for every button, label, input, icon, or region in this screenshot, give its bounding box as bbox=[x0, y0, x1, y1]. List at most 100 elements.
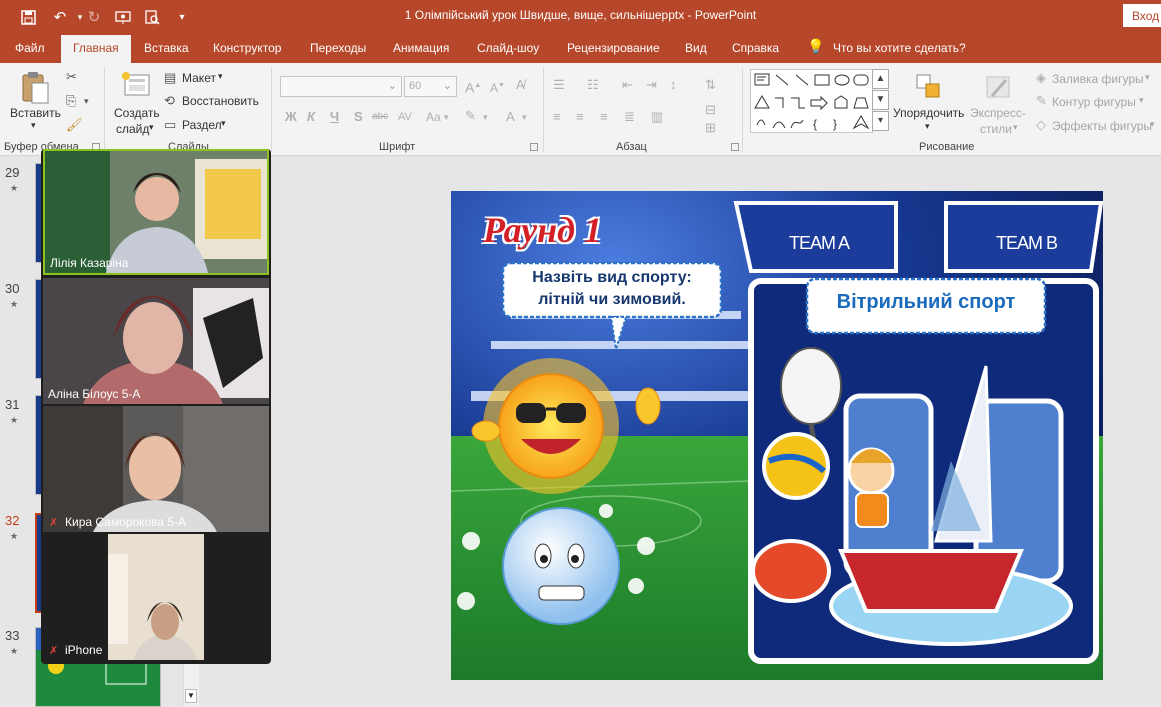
tab-help[interactable]: Справка bbox=[732, 41, 779, 55]
paragraph-group-label: Абзац bbox=[616, 141, 647, 153]
participant-tile[interactable]: Аліна Білоус 5-А bbox=[43, 278, 269, 404]
current-slide[interactable]: Раунд 1 Назвіть вид спорту: літній чи зи… bbox=[451, 191, 1103, 680]
tab-slideshow[interactable]: Слайд-шоу bbox=[477, 41, 539, 55]
copy-dropdown-icon[interactable]: ▾ bbox=[84, 94, 89, 108]
cut-icon[interactable]: ✂ bbox=[66, 70, 77, 84]
shapes-gallery[interactable]: {} bbox=[750, 69, 873, 133]
animation-star-icon: ★ bbox=[10, 531, 19, 541]
shapes-scroll-up-icon[interactable]: ▲ bbox=[872, 69, 889, 89]
case-dropdown-icon[interactable]: ▾ bbox=[444, 110, 449, 124]
highlight-icon[interactable]: ✎ bbox=[465, 109, 476, 123]
new-slide-button[interactable]: Создать bbox=[114, 106, 160, 120]
team-a-label[interactable]: TEAM A bbox=[789, 233, 850, 254]
slide-number: 29 bbox=[5, 165, 20, 180]
animation-star-icon: ★ bbox=[10, 646, 19, 656]
italic-button[interactable]: К bbox=[307, 110, 315, 124]
font-color-button[interactable]: A bbox=[506, 110, 515, 124]
font-launcher-icon[interactable] bbox=[530, 143, 538, 151]
team-b-label[interactable]: TEAM B bbox=[996, 233, 1058, 254]
align-center-icon[interactable]: ≡ bbox=[576, 110, 584, 124]
shapes-scroll-down-icon[interactable]: ▼ bbox=[872, 90, 889, 110]
arrange-dropdown-icon[interactable]: ▾ bbox=[925, 121, 930, 132]
layout-dropdown-icon[interactable]: ▾ bbox=[218, 71, 223, 82]
clear-formatting-icon[interactable]: A̸ bbox=[516, 78, 525, 92]
shapes-more-icon[interactable]: ▾ bbox=[872, 111, 889, 131]
strikethrough-button[interactable]: abc bbox=[372, 110, 388, 124]
login-button[interactable]: Вход bbox=[1123, 4, 1161, 27]
text-direction-icon[interactable]: ⇅ bbox=[705, 78, 716, 92]
numbering-icon[interactable]: ☷ bbox=[587, 78, 599, 92]
paste-dropdown-icon[interactable]: ▾ bbox=[31, 120, 36, 131]
line-spacing-icon[interactable]: ↕ bbox=[670, 78, 677, 92]
participant-tile[interactable]: ✗ iPhone bbox=[43, 534, 269, 660]
increase-indent-icon[interactable]: ⇥ bbox=[646, 78, 657, 92]
align-text-icon[interactable]: ⊟ bbox=[705, 103, 716, 117]
shape-outline-button[interactable]: Контур фигуры bbox=[1052, 95, 1136, 109]
quick-styles-icon[interactable] bbox=[984, 72, 1014, 102]
tab-transitions[interactable]: Переходы bbox=[310, 41, 366, 55]
decrease-indent-icon[interactable]: ⇤ bbox=[622, 78, 633, 92]
tab-home[interactable]: Главная bbox=[61, 35, 131, 63]
svg-text:}: } bbox=[833, 117, 837, 131]
paragraph-launcher-icon[interactable] bbox=[731, 143, 739, 151]
format-painter-icon[interactable]: 🖌 bbox=[66, 118, 83, 132]
arrange-icon[interactable] bbox=[914, 72, 944, 102]
svg-text:{: { bbox=[813, 117, 817, 131]
participant-tile[interactable]: ✗ Кира Саморокова 5-А bbox=[43, 406, 269, 532]
participant-tile[interactable]: Лілія Казаріна bbox=[43, 149, 269, 275]
new-slide-dropdown-icon[interactable]: ▾ bbox=[149, 122, 154, 133]
align-right-icon[interactable]: ≡ bbox=[600, 110, 608, 124]
shape-effects-icon[interactable]: ◇ bbox=[1036, 118, 1046, 132]
bullets-icon[interactable]: ☰ bbox=[553, 78, 565, 92]
smartart-icon[interactable]: ⊞ bbox=[705, 121, 716, 135]
tab-design[interactable]: Конструктор bbox=[213, 41, 281, 55]
section-dropdown-icon[interactable]: ▾ bbox=[221, 118, 226, 129]
layout-icon[interactable]: ▤ bbox=[164, 71, 176, 85]
copy-icon[interactable]: ⎘ bbox=[66, 94, 76, 108]
bold-button[interactable]: Ж bbox=[285, 110, 297, 124]
shape-effects-dropdown-icon[interactable]: ▾ bbox=[1150, 119, 1155, 130]
shape-fill-dropdown-icon[interactable]: ▾ bbox=[1145, 72, 1150, 83]
font-size-combo[interactable]: 60 ⌄ bbox=[404, 76, 457, 97]
shape-effects-button[interactable]: Эффекты фигуры bbox=[1052, 119, 1152, 133]
section-button[interactable]: Раздел bbox=[182, 118, 222, 132]
arrange-button[interactable]: Упорядочить bbox=[893, 106, 964, 120]
char-spacing-button[interactable]: AV bbox=[398, 110, 412, 124]
tab-insert[interactable]: Вставка bbox=[144, 41, 189, 55]
justify-icon[interactable]: ≣ bbox=[624, 110, 635, 124]
change-case-button[interactable]: Aa bbox=[426, 110, 441, 124]
tell-me-search[interactable]: Что вы хотите сделать? bbox=[833, 41, 966, 55]
quick-styles-button[interactable]: Экспресс- bbox=[970, 106, 1026, 120]
scroll-down-icon[interactable]: ▼ bbox=[185, 689, 197, 703]
tab-review[interactable]: Рецензирование bbox=[567, 41, 660, 55]
question-text[interactable]: Назвіть вид спорту: літній чи зимовий. bbox=[503, 267, 721, 311]
font-color-dropdown-icon[interactable]: ▾ bbox=[522, 110, 527, 124]
paste-icon[interactable] bbox=[20, 71, 50, 107]
grow-font-icon[interactable]: A▲ bbox=[465, 79, 481, 95]
shape-outline-dropdown-icon[interactable]: ▾ bbox=[1139, 95, 1144, 106]
font-name-combo[interactable]: ⌄ bbox=[280, 76, 402, 97]
underline-button[interactable]: Ч bbox=[330, 110, 339, 124]
shadow-s-button[interactable]: S bbox=[354, 110, 363, 124]
shape-outline-icon[interactable]: ✎ bbox=[1036, 94, 1047, 108]
tab-animations[interactable]: Анимация bbox=[393, 41, 449, 55]
separator bbox=[543, 68, 544, 152]
shape-fill-icon[interactable]: ◈ bbox=[1036, 71, 1046, 85]
highlight-dropdown-icon[interactable]: ▾ bbox=[483, 110, 488, 124]
tab-view[interactable]: Вид bbox=[685, 41, 707, 55]
quick-styles-dropdown-icon[interactable]: ▾ bbox=[1013, 122, 1018, 133]
new-slide-icon[interactable] bbox=[119, 71, 153, 99]
layout-button[interactable]: Макет bbox=[182, 71, 216, 85]
video-call-gallery[interactable]: Лілія Казаріна Аліна Білоус 5-А ✗ Кира С… bbox=[41, 149, 271, 664]
shape-fill-button[interactable]: Заливка фигуры bbox=[1052, 72, 1144, 86]
tab-file[interactable]: Файл bbox=[15, 41, 45, 55]
section-icon[interactable]: ▭ bbox=[164, 118, 176, 132]
columns-icon[interactable]: ▥ bbox=[651, 110, 663, 124]
reset-icon[interactable]: ⟲ bbox=[164, 94, 175, 108]
round-title[interactable]: Раунд 1 bbox=[483, 209, 653, 251]
shrink-font-icon[interactable]: A▼ bbox=[490, 79, 505, 95]
answer-text[interactable]: Вітрильний спорт bbox=[807, 291, 1045, 314]
reset-button[interactable]: Восстановить bbox=[182, 94, 259, 108]
paste-button[interactable]: Вставить bbox=[10, 106, 61, 120]
align-left-icon[interactable]: ≡ bbox=[553, 110, 561, 124]
